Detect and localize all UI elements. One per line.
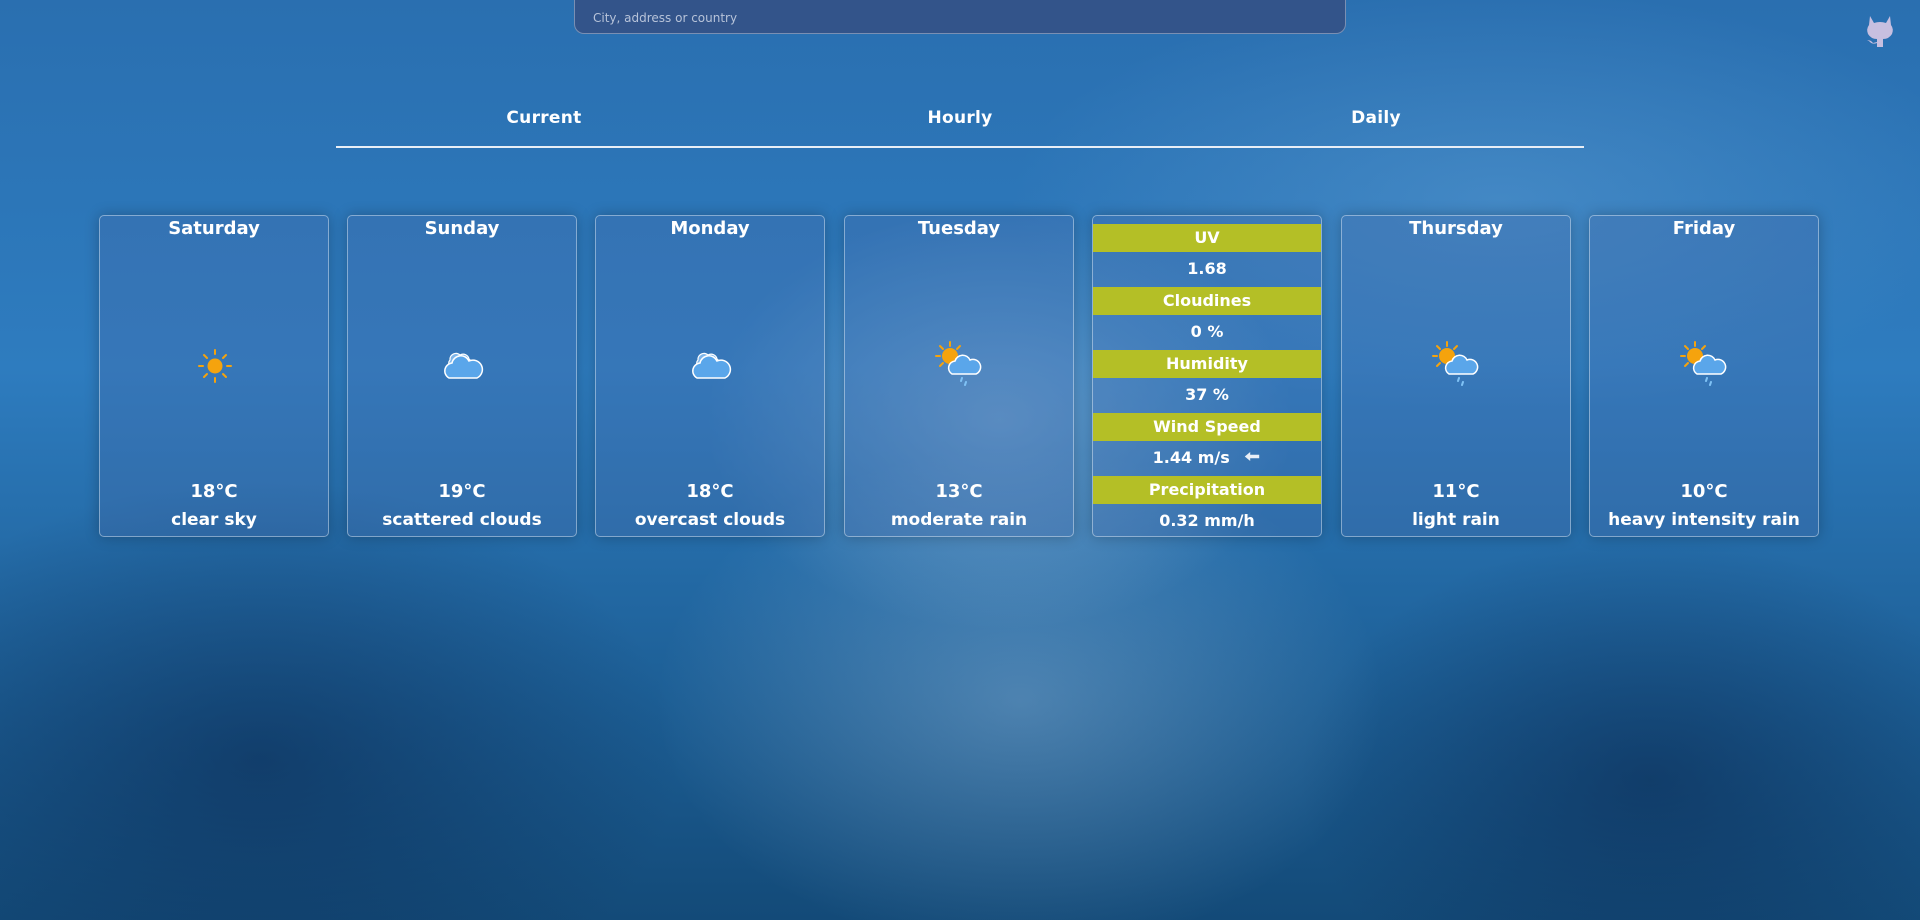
- day-name: Tuesday: [917, 218, 1001, 239]
- sun-rain-icon: [1675, 336, 1735, 396]
- search-box[interactable]: [574, 0, 1346, 34]
- github-icon[interactable]: [1862, 12, 1898, 48]
- humidity-label: Humidity: [1093, 350, 1321, 378]
- weather-description: clear sky: [171, 510, 257, 530]
- tab-current[interactable]: Current: [336, 98, 752, 146]
- sun-rain-icon: [930, 336, 990, 396]
- uv-label: UV: [1093, 224, 1321, 252]
- weather-description: overcast clouds: [634, 510, 786, 530]
- sun-rain-icon: [1427, 336, 1487, 396]
- humidity-value: 37 %: [1185, 385, 1229, 404]
- weather-description: light rain: [1412, 510, 1500, 530]
- day-details-card[interactable]: UV 1.68 Cloudines 0 % Humidity 37 % Wind…: [1092, 215, 1322, 537]
- cloudiness-label: Cloudines: [1093, 287, 1321, 315]
- day-name: Thursday: [1409, 218, 1503, 239]
- day-card-thursday[interactable]: Thursday 11°C light rain: [1341, 215, 1571, 537]
- clouds-icon: [681, 336, 741, 396]
- day-card-saturday[interactable]: Saturday 18°C clear sky: [99, 215, 329, 537]
- day-name: Friday: [1672, 218, 1736, 239]
- day-name: Saturday: [168, 218, 260, 239]
- day-card-tuesday[interactable]: Tuesday 13°C moderate rain: [844, 215, 1074, 537]
- wind-speed-label: Wind Speed: [1093, 413, 1321, 441]
- day-card-friday[interactable]: Friday 10°C heavy intensity rain: [1589, 215, 1819, 537]
- temperature: 18°C: [190, 481, 238, 502]
- view-tabs: Current Hourly Daily: [336, 98, 1584, 148]
- tab-hourly[interactable]: Hourly: [752, 98, 1168, 146]
- precipitation-value: 0.32 mm/h: [1159, 511, 1255, 530]
- uv-value: 1.68: [1187, 259, 1227, 278]
- temperature: 11°C: [1432, 481, 1480, 502]
- temperature: 19°C: [438, 481, 486, 502]
- weather-description: moderate rain: [890, 510, 1028, 530]
- wind-speed-row: 1.44 m/s: [1093, 441, 1321, 476]
- precipitation-label: Precipitation: [1093, 476, 1321, 504]
- clouds-icon: [433, 336, 493, 396]
- temperature: 10°C: [1680, 481, 1728, 502]
- tab-daily[interactable]: Daily: [1168, 98, 1584, 146]
- weather-description: heavy intensity rain: [1608, 510, 1800, 530]
- cloudiness-value: 0 %: [1190, 322, 1224, 341]
- search-input[interactable]: [575, 0, 1345, 33]
- sun-icon: [185, 336, 245, 396]
- temperature: 13°C: [935, 481, 983, 502]
- day-name: Monday: [670, 218, 750, 239]
- temperature: 18°C: [686, 481, 734, 502]
- day-card-monday[interactable]: Monday 18°C overcast clouds: [595, 215, 825, 537]
- wind-direction-icon: [1243, 441, 1261, 474]
- wind-speed-value: 1.44 m/s: [1152, 448, 1230, 467]
- details-list: UV 1.68 Cloudines 0 % Humidity 37 % Wind…: [1093, 224, 1321, 539]
- day-card-sunday[interactable]: Sunday 19°C scattered clouds: [347, 215, 577, 537]
- day-name: Sunday: [424, 218, 500, 239]
- weather-description: scattered clouds: [382, 510, 542, 530]
